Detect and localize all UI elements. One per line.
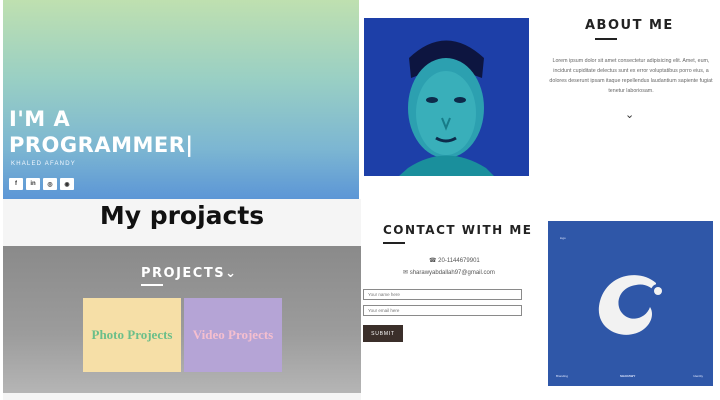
contact-section: CONTACT WITH ME ☎ 20-1144679901 ✉ sharaw… [361, 199, 720, 400]
projects-heading: My projacts [99, 201, 265, 230]
about-title: ABOUT ME [585, 18, 674, 33]
hero-section: I'M A PROGRAMMER| KHALED AFANDY f in ◎ ◉ [3, 0, 359, 199]
brand-card-footer-center: SHARAWY [620, 374, 636, 378]
github-icon[interactable]: ◉ [60, 178, 74, 190]
hero-title-line2: PROGRAMMER| [9, 133, 194, 157]
brand-card-footer-right: Identity [693, 374, 703, 378]
portrait-photo [364, 18, 529, 176]
portrait-illustration [364, 18, 529, 176]
portfolio-page: I'M A PROGRAMMER| KHALED AFANDY f in ◎ ◉ [0, 0, 720, 400]
about-body: Lorem ipsum dolor sit amet consectetur a… [549, 58, 713, 94]
hero-subtitle: KHALED AFANDY [11, 161, 76, 167]
projects-title: PROJECTS⌄ [141, 266, 237, 281]
about-section: ABOUT ME Lorem ipsum dolor sit amet cons… [359, 0, 720, 199]
linkedin-icon[interactable]: in [26, 178, 40, 190]
hero-title-line1: I'M A [9, 107, 71, 131]
email-input[interactable] [363, 305, 522, 316]
projects-title-text: PROJECTS [141, 266, 226, 281]
projects-panel: PROJECTS⌄ Photo Projects Video Projects [3, 246, 361, 393]
brand-card-footer-left: Branding [556, 374, 569, 378]
hero-title: I'M A PROGRAMMER| [9, 106, 194, 158]
contact-title-underline [383, 242, 405, 244]
chevron-down-icon[interactable]: ⌄ [625, 108, 634, 121]
facebook-icon[interactable]: f [9, 178, 23, 190]
brand-logo-icon [598, 275, 665, 335]
video-projects-card[interactable]: Video Projects [184, 298, 282, 372]
about-title-underline [595, 38, 617, 40]
email-address: ✉ sharawyabdallah97@gmail.com [403, 270, 495, 276]
brand-card-corner-text: logo [560, 236, 566, 240]
social-links: f in ◎ ◉ [9, 178, 74, 190]
projects-title-underline [141, 284, 163, 286]
name-input[interactable] [363, 289, 522, 300]
brand-card: logo Branding SHARAWY Identity [548, 221, 713, 386]
projects-section: My projacts PROJECTS⌄ Photo Projects Vid… [3, 199, 361, 400]
instagram-icon[interactable]: ◎ [43, 178, 57, 190]
contact-title: CONTACT WITH ME [383, 223, 533, 237]
photo-projects-card[interactable]: Photo Projects [83, 298, 181, 372]
phone-number: ☎ 20-1144679901 [429, 258, 480, 264]
chevron-down-icon[interactable]: ⌄ [225, 266, 237, 281]
submit-button[interactable]: SUBMIT [363, 325, 403, 342]
